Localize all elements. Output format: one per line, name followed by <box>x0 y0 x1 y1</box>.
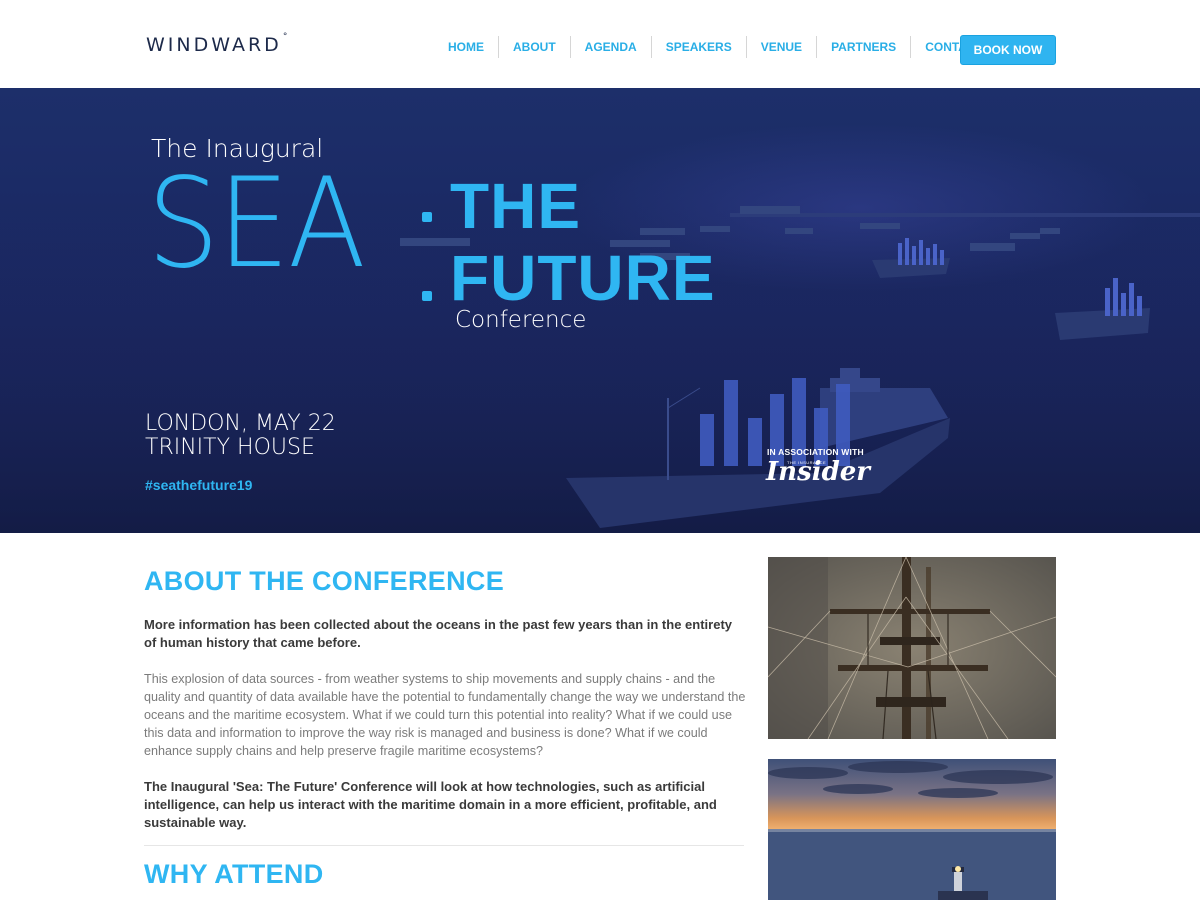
photo-lighthouse-sunset <box>768 759 1056 900</box>
about-body-paragraph: This explosion of data sources - from we… <box>144 672 746 758</box>
photo-ship-rigging <box>768 557 1056 739</box>
nav-agenda[interactable]: AGENDA <box>571 36 652 58</box>
hero-banner: The Inaugural SEA THE FUTURE Conference … <box>0 88 1200 533</box>
about-lead-paragraph: More information has been collected abou… <box>144 617 733 650</box>
hero-date-location: LONDON, MAY 22 <box>145 411 336 436</box>
hero-future-word: FUTURE <box>450 242 716 314</box>
hero-sea-word: SEA <box>147 152 366 296</box>
why-attend-heading: WHY ATTEND <box>144 859 324 889</box>
rigging-illustration <box>768 557 1056 739</box>
main-nav: HOME ABOUT AGENDA SPEAKERS VENUE PARTNER… <box>434 36 998 58</box>
hero-the-word: THE <box>450 170 581 242</box>
logo-mark: ° <box>282 32 288 42</box>
horizon-port <box>730 213 1200 217</box>
hero-hashtag[interactable]: #seathefuture19 <box>145 477 252 493</box>
nav-home[interactable]: HOME <box>434 36 499 58</box>
hero-conference-word: Conference <box>455 307 587 333</box>
site-header: WINDWARD° HOME ABOUT AGENDA SPEAKERS VEN… <box>0 0 1200 88</box>
windward-logo[interactable]: WINDWARD° <box>146 32 288 56</box>
hero-event-details: LONDON, MAY 22 TRINITY HOUSE <box>145 412 336 460</box>
partner-logo-insider[interactable]: Insider <box>766 457 870 487</box>
book-now-button[interactable]: BOOK NOW <box>960 35 1056 65</box>
about-heading: ABOUT THE CONFERENCE <box>144 566 505 596</box>
association-label: IN ASSOCIATION WITH <box>767 447 864 457</box>
nav-partners[interactable]: PARTNERS <box>817 36 912 58</box>
nav-about[interactable]: ABOUT <box>499 36 571 58</box>
nav-speakers[interactable]: SPEAKERS <box>652 36 747 58</box>
about-closing-paragraph: The Inaugural 'Sea: The Future' Conferen… <box>144 779 717 830</box>
nav-venue[interactable]: VENUE <box>747 36 818 58</box>
logo-text: WINDWARD <box>146 34 282 56</box>
lighthouse-illustration <box>768 759 1056 900</box>
section-divider <box>144 845 744 846</box>
hero-colon-mark <box>420 176 434 301</box>
hero-venue: TRINITY HOUSE <box>145 435 315 460</box>
